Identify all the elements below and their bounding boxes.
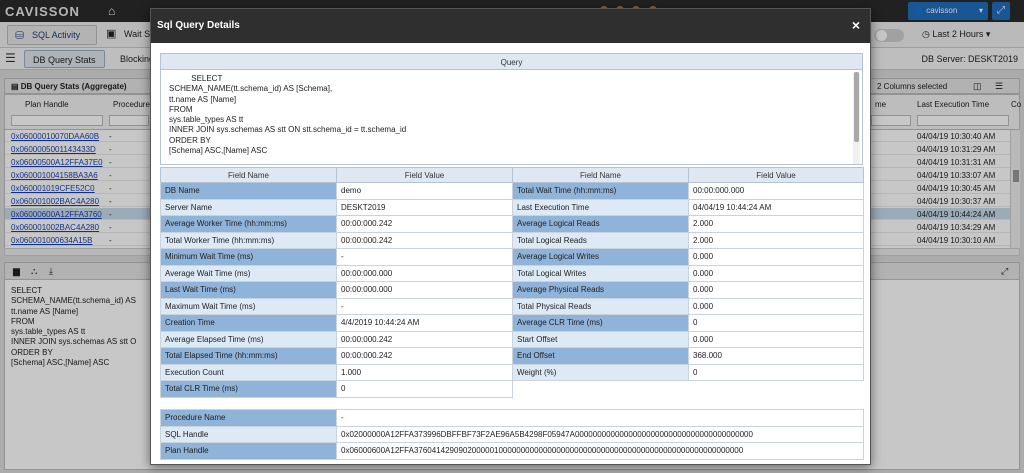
field-name: Total Worker Time (hh:mm:ms) [160,231,337,249]
field-row: Procedure Name - [160,409,864,427]
field-value: 00:00:000.242 [336,330,513,348]
field-value: 00:00:000.242 [336,215,513,233]
field-value: - [336,248,513,266]
field-row: Weight (%) 0 [512,363,864,381]
query-section-header: Query [161,54,862,70]
field-name: Total Physical Reads [512,297,689,315]
field-row: Maximum Wait Time (ms) - [160,297,513,315]
field-value: 00:00:000.242 [336,231,513,249]
field-name: Total Logical Writes [512,264,689,282]
field-value: DESKT2019 [336,198,513,216]
field-value: 0 [688,314,864,332]
field-row: Average Elapsed Time (ms) 00:00:000.242 [160,330,513,348]
field-row: Average Physical Reads 0.000 [512,281,864,299]
field-name: Minimum Wait Time (ms) [160,248,337,266]
field-value-header: Field Value [336,167,513,183]
field-row: Total Logical Writes 0.000 [512,264,864,282]
field-row: Execution Count 1.000 [160,363,513,381]
field-value: 0.000 [688,297,864,315]
field-name: Plan Handle [160,442,337,460]
field-row: Average CLR Time (ms) 0 [512,314,864,332]
field-name: Average CLR Time (ms) [512,314,689,332]
field-row: Server Name DESKT2019 [160,198,513,216]
field-value: 04/04/19 10:44:24 AM [688,198,864,216]
field-value: 0.000 [688,248,864,266]
field-name: Last Wait Time (ms) [160,281,337,299]
field-row: Average Wait Time (ms) 00:00:000.000 [160,264,513,282]
field-value: 0x02000000A12FFA373996DBFFBF73F2AE96A5B4… [336,425,864,443]
right-fields-table: Field Name Field Value Total Wait Time (… [512,167,864,381]
field-name: Average Physical Reads [512,281,689,299]
dialog-header: Sql Query Details × [151,9,870,43]
query-scrollbar[interactable] [853,72,860,164]
handles-table: Procedure Name - SQL Handle 0x02000000A12F… [160,409,864,460]
field-value: 2.000 [688,231,864,249]
field-name: Server Name [160,198,337,216]
field-value: - [336,297,513,315]
field-row: End Offset 368.000 [512,347,864,365]
field-name: Last Execution Time [512,198,689,216]
field-value-header: Field Value [688,167,864,183]
field-row: Total CLR Time (ms) 0 [160,380,513,398]
field-value: 4/4/2019 10:44:24 AM [336,314,513,332]
field-row: Plan Handle 0x06000600A12FFA3760414290902… [160,442,864,460]
field-value: 1.000 [336,363,513,381]
field-name: DB Name [160,182,337,200]
close-icon[interactable]: × [852,17,860,33]
field-name: Average Worker Time (hh:mm:ms) [160,215,337,233]
field-value: demo [336,182,513,200]
field-row: Average Logical Reads 2.000 [512,215,864,233]
field-row: Start Offset 0.000 [512,330,864,348]
field-name: Total Logical Reads [512,231,689,249]
field-name: Average Logical Writes [512,248,689,266]
field-value: 00:00:000.000 [688,182,864,200]
field-name: Total Wait Time (hh:mm:ms) [512,182,689,200]
field-value: 0.000 [688,281,864,299]
field-row: Average Worker Time (hh:mm:ms) 00:00:000.… [160,215,513,233]
field-name: Execution Count [160,363,337,381]
field-name: Total CLR Time (ms) [160,380,337,398]
field-row: Average Logical Writes 0.000 [512,248,864,266]
field-value: 00:00:000.000 [336,264,513,282]
field-name-header: Field Name [512,167,689,183]
sql-query-details-dialog: Sql Query Details × Query SELECT SCHEMA_… [150,8,871,465]
field-name: Weight (%) [512,363,689,381]
field-name: Total Elapsed Time (hh:mm:ms) [160,347,337,365]
field-name: Start Offset [512,330,689,348]
field-name-header: Field Name [160,167,337,183]
field-value: - [336,409,864,427]
field-value: 0 [336,380,513,398]
left-fields-table: Field Name Field Value DB Name demo Serve… [160,167,513,398]
field-value: 0x06000600A12FFA376041429090200000100000… [336,442,864,460]
dialog-title: Sql Query Details [157,20,240,31]
field-row: SQL Handle 0x02000000A12FFA373996DBFFBF73… [160,425,864,443]
field-name: Creation Time [160,314,337,332]
field-value: 00:00:000.242 [336,347,513,365]
field-row: Last Wait Time (ms) 00:00:000.000 [160,281,513,299]
field-row: Total Physical Reads 0.000 [512,297,864,315]
field-row: Minimum Wait Time (ms) - [160,248,513,266]
field-value: 2.000 [688,215,864,233]
field-row: Last Execution Time 04/04/19 10:44:24 AM [512,198,864,216]
field-name: SQL Handle [160,425,337,443]
field-row: Total Wait Time (hh:mm:ms) 00:00:000.000 [512,182,864,200]
field-name: Average Elapsed Time (ms) [160,330,337,348]
field-name: Maximum Wait Time (ms) [160,297,337,315]
field-name: Average Logical Reads [512,215,689,233]
field-value: 0.000 [688,330,864,348]
field-row: Total Worker Time (hh:mm:ms) 00:00:000.24… [160,231,513,249]
field-value: 368.000 [688,347,864,365]
field-row: DB Name demo [160,182,513,200]
field-name: Average Wait Time (ms) [160,264,337,282]
field-row: Total Logical Reads 2.000 [512,231,864,249]
field-row: Creation Time 4/4/2019 10:44:24 AM [160,314,513,332]
field-name: End Offset [512,347,689,365]
field-value: 0 [688,363,864,381]
field-value: 00:00:000.000 [336,281,513,299]
field-row: Total Elapsed Time (hh:mm:ms) 00:00:000.2… [160,347,513,365]
query-text: SELECT SCHEMA_NAME(tt.schema_id) AS [Sch… [169,74,407,156]
query-section: Query SELECT SCHEMA_NAME(tt.schema_id) A… [160,53,863,165]
field-name: Procedure Name [160,409,337,427]
field-value: 0.000 [688,264,864,282]
